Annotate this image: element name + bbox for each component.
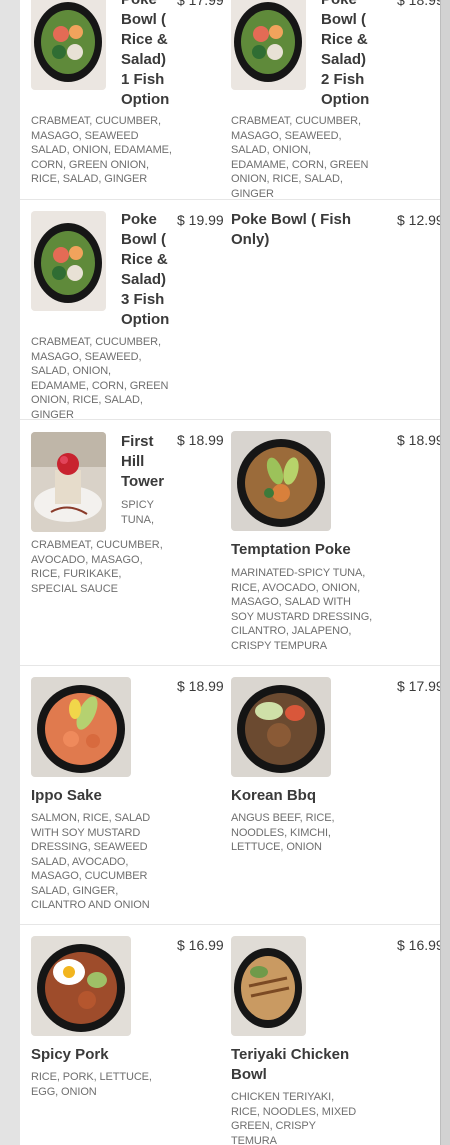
item-price: $ 16.99 [397,937,440,953]
item-price: $ 19.99 [177,212,224,228]
menu-item-poke-bowl-2-fish[interactable]: Poke Bowl ( Rice & Salad) 2 Fish Option … [220,0,440,200]
item-name: Ippo Sake [31,787,102,804]
item-price: $ 12.99 [397,212,440,228]
item-name: Poke Bowl ( Rice & Salad) 3 Fish Option [121,211,170,328]
item-description: RICE, PORK, LETTUCE, EGG, ONION [31,1071,152,1098]
item-name: Korean Bbq [231,787,317,804]
menu-item-poke-bowl-1-fish[interactable]: Poke Bowl ( Rice & Salad) 1 Fish Option … [20,0,224,199]
poke-bowl-photo [31,0,106,90]
menu-row: Poke Bowl ( Rice & Salad) 3 Fish Option … [20,200,440,421]
item-description: SALMON, RICE, SALAD WITH SOY MUSTARD DRE… [31,812,151,911]
item-price: $ 17.99 [177,0,224,8]
item-price: $ 16.99 [177,937,224,953]
teriyaki-chicken-photo [231,936,306,1036]
item-name: Spicy Pork [31,1046,109,1063]
menu-row: Spicy Pork RICE, PORK, LETTUCE, EGG, ONI… [20,925,440,1145]
korean-bbq-photo [231,677,331,777]
item-name: Poke Bowl ( Rice & Salad) 2 Fish Option [321,0,370,108]
menu-item-ippo-sake[interactable]: Ippo Sake SALMON, RICE, SALAD WITH SOY M… [20,666,224,924]
poke-bowl-photo [231,0,306,90]
menu-row: Poke Bowl ( Rice & Salad) 1 Fish Option … [20,0,440,200]
item-description: ANGUS BEEF, RICE, NOODLES, KIMCHI, LETTU… [231,812,335,853]
item-description: CRABMEAT, CUCUMBER, MASAGO, SEAWEED, SAL… [31,336,169,421]
poke-bowl-photo [31,211,106,311]
first-hill-tower-photo [31,432,106,532]
item-description: CHICKEN TERIYAKI, RICE, NOODLES, MIXED G… [231,1091,357,1145]
menu-row: Ippo Sake SALMON, RICE, SALAD WITH SOY M… [20,666,440,925]
item-price: $ 18.99 [397,0,440,8]
ippo-sake-photo [31,677,131,777]
item-description: MARINATED-SPICY TUNA, RICE, AVOCADO, ONI… [231,567,373,652]
menu-item-korean-bbq[interactable]: Korean Bbq ANGUS BEEF, RICE, NOODLES, KI… [220,666,440,924]
menu-item-teriyaki-chicken-bowl[interactable]: Teriyaki Chicken Bowl CHICKEN TERIYAKI, … [220,925,440,1145]
item-price: $ 18.99 [397,432,440,448]
temptation-poke-photo [231,431,331,531]
item-description: CRABMEAT, CUCUMBER, MASAGO, SEAWEED, SAL… [231,115,369,200]
item-price: $ 18.99 [177,432,224,448]
item-description: CRABMEAT, CUCUMBER, MASAGO, SEAWEED SALA… [31,115,172,185]
page-edge-scrollbar [440,0,450,1145]
menu-page: Poke Bowl ( Rice & Salad) 1 Fish Option … [20,0,440,1145]
menu-item-temptation-poke[interactable]: Temptation Poke MARINATED-SPICY TUNA, RI… [220,420,440,665]
item-price: $ 18.99 [177,678,224,694]
item-price: $ 17.99 [397,678,440,694]
item-name: Poke Bowl ( Rice & Salad) 1 Fish Option [121,0,170,108]
item-name: Temptation Poke [231,541,351,558]
menu-item-spicy-pork[interactable]: Spicy Pork RICE, PORK, LETTUCE, EGG, ONI… [20,925,224,1145]
item-name: Teriyaki Chicken Bowl [231,1046,350,1083]
item-name: Poke Bowl ( Fish Only) [231,211,352,248]
menu-item-poke-bowl-fish-only[interactable]: Poke Bowl ( Fish Only) $ 12.99 [220,200,440,419]
menu-item-first-hill-tower[interactable]: First Hill Tower SPICY TUNA, CRABMEAT, C… [20,420,224,665]
menu-row: First Hill Tower SPICY TUNA, CRABMEAT, C… [20,420,440,666]
menu-item-poke-bowl-3-fish[interactable]: Poke Bowl ( Rice & Salad) 3 Fish Option … [20,200,224,421]
spicy-pork-photo [31,936,131,1036]
